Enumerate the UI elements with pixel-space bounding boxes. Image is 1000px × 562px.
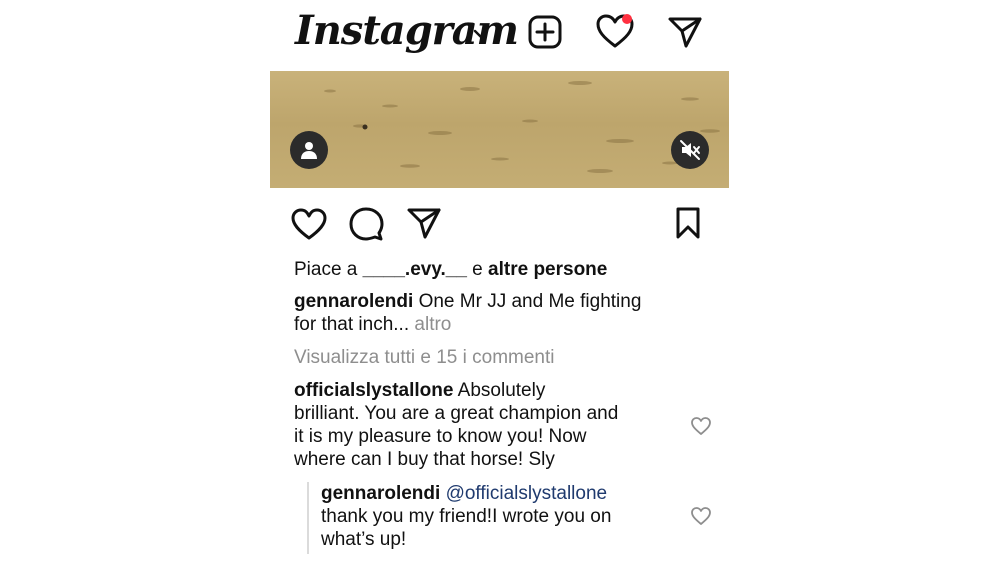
comment: officialslystallone Absolutely brilliant…: [294, 379, 684, 471]
user-icon: [301, 142, 317, 159]
caption-text-2: for that inch...: [294, 314, 415, 335]
liker-username[interactable]: ____.evy.__: [363, 259, 467, 280]
caption-username[interactable]: gennarolendi: [294, 291, 413, 312]
comment-username[interactable]: officialslystallone: [294, 380, 453, 401]
comment-text-4: where can I buy that horse! Sly: [294, 449, 555, 470]
likes-prefix: Piace a: [294, 259, 363, 280]
likes-others-link[interactable]: altre persone: [488, 259, 607, 280]
likes-line: Piace a ____.evy.__ e altre persone: [294, 258, 607, 281]
reply-text-2: thank you my friend!I wrote you on: [321, 506, 612, 527]
comment-text-2: brilliant. You are a great champion and: [294, 403, 619, 424]
save-icon[interactable]: [674, 206, 702, 240]
comment-text-3: it is my pleasure to know you! Now: [294, 426, 587, 447]
mute-button[interactable]: [671, 131, 709, 169]
caption: gennarolendi One Mr JJ and Me fighting f…: [294, 290, 714, 336]
notification-dot: [622, 14, 632, 24]
comment-like-icon[interactable]: [690, 416, 712, 436]
mute-icon: [680, 140, 700, 160]
like-icon[interactable]: [290, 207, 328, 241]
comment-text-1: Absolutely: [453, 380, 546, 401]
caption-more-link[interactable]: altro: [414, 314, 451, 335]
caption-text-1: One Mr JJ and Me fighting: [413, 291, 642, 312]
add-post-icon[interactable]: [527, 14, 563, 50]
post-media[interactable]: [270, 71, 729, 188]
reply-thread-line: [307, 482, 309, 554]
view-all-comments-link[interactable]: Visualizza tutti e 15 i commenti: [294, 346, 555, 369]
user-tags-button[interactable]: [290, 131, 328, 169]
reply-like-icon[interactable]: [690, 506, 712, 526]
reply-mention-link[interactable]: @officialslystallone: [440, 483, 608, 504]
reply-text-3: what’s up!: [321, 529, 407, 550]
heart-icon[interactable]: [595, 12, 637, 50]
chevron-down-icon[interactable]: [473, 28, 489, 40]
reply: gennarolendi @officialslystallone thank …: [321, 482, 681, 551]
direct-message-icon[interactable]: [666, 14, 704, 50]
reply-username[interactable]: gennarolendi: [321, 483, 440, 504]
share-icon[interactable]: [406, 206, 442, 240]
comment-icon[interactable]: [348, 206, 384, 242]
likes-middle: e: [466, 259, 489, 280]
